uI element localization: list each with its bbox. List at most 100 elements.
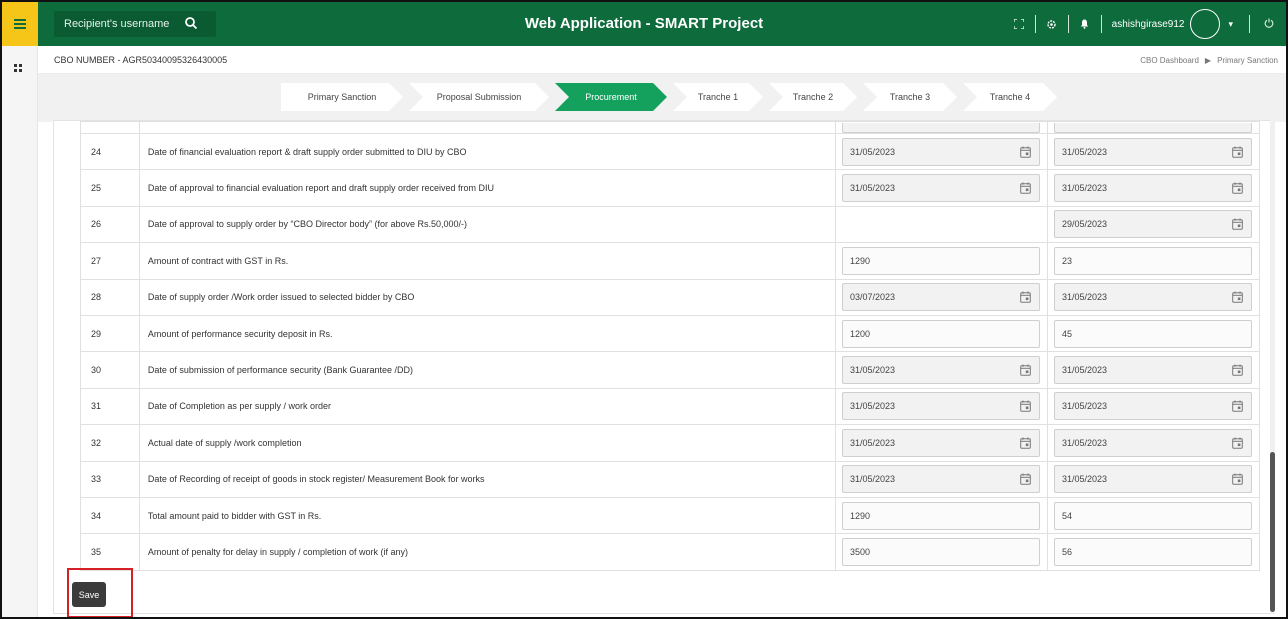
calendar-icon[interactable] (1020, 291, 1031, 304)
save-button[interactable]: Save (72, 582, 106, 607)
calendar-icon[interactable] (1232, 473, 1243, 486)
row-number: 24 (80, 132, 140, 171)
step-tranche-3[interactable]: Tranche 3 (863, 83, 957, 111)
separator (1100, 15, 1102, 33)
avatar[interactable] (1190, 9, 1221, 39)
date-input[interactable] (1054, 429, 1215, 456)
table-row: 35 Amount of penalty for delay in supply … (80, 533, 1261, 571)
date-field (1053, 210, 1252, 239)
username[interactable]: ashishgirase912 (1112, 19, 1185, 30)
steps-bar: Primary Sanction Proposal Submission Pro… (38, 74, 1286, 122)
date-input[interactable] (1054, 138, 1215, 165)
date-field (1053, 465, 1252, 494)
table-row: 24 Date of financial evaluation report & … (80, 132, 1261, 171)
apps-grid-icon[interactable] (14, 64, 22, 72)
table-cell (834, 132, 1048, 171)
date-input[interactable] (1054, 284, 1215, 311)
row-number: 34 (80, 496, 140, 535)
table-row: 28 Date of supply order /Work order issue… (80, 278, 1261, 316)
calendar-icon[interactable] (1020, 437, 1031, 449)
calendar-icon[interactable] (1020, 400, 1031, 413)
amount-input[interactable] (842, 320, 1003, 347)
calendar-icon[interactable] (1232, 291, 1243, 304)
calendar-icon[interactable] (1232, 218, 1243, 231)
breadcrumb-cbo-dashboard[interactable]: CBO Dashboard (1140, 56, 1199, 65)
top-bar: Web Application - SMART Project ashishgi… (2, 2, 1286, 46)
table-row: 32 Actual date of supply /work completion (80, 424, 1261, 462)
date-input-partial[interactable] (1053, 122, 1252, 133)
amount-input[interactable] (1054, 247, 1215, 274)
calendar-icon[interactable] (1020, 146, 1031, 158)
amount-input[interactable] (1054, 502, 1215, 529)
search-icon[interactable] (184, 16, 198, 30)
scrollbar-thumb[interactable] (1270, 452, 1275, 612)
amount-input[interactable] (842, 502, 1003, 529)
row-number: 31 (80, 387, 140, 426)
date-input[interactable] (1054, 175, 1215, 202)
date-input[interactable] (1054, 211, 1215, 238)
table-cell (834, 533, 1048, 571)
row-number: 28 (80, 278, 140, 316)
date-input[interactable] (842, 429, 1003, 456)
breadcrumb-primary-sanction[interactable]: Primary Sanction (1217, 56, 1278, 65)
calendar-icon[interactable] (1020, 473, 1031, 486)
date-input[interactable] (1054, 393, 1215, 420)
table-row: 33 Date of Recording of receipt of goods … (80, 460, 1261, 498)
power-icon[interactable] (1252, 18, 1286, 31)
step-tranche-4[interactable]: Tranche 4 (963, 83, 1057, 111)
amount-input[interactable] (1054, 320, 1215, 347)
amount-field (841, 319, 1040, 348)
notification-bell-icon[interactable] (1071, 2, 1099, 46)
date-field (841, 283, 1040, 312)
caret-down-icon[interactable]: ▾ (1228, 19, 1233, 30)
row-description: Date of financial evaluation report & dr… (138, 132, 836, 171)
date-field (841, 356, 1040, 385)
table-row: 30 Date of submission of performance secu… (80, 351, 1261, 389)
date-input[interactable] (842, 357, 1003, 384)
settings-gear-icon[interactable] (1038, 2, 1066, 46)
search-input[interactable] (64, 18, 174, 30)
calendar-icon[interactable] (1020, 364, 1031, 376)
date-field (1053, 356, 1252, 385)
amount-input[interactable] (1054, 538, 1215, 565)
date-input[interactable] (842, 393, 1003, 420)
calendar-icon[interactable] (1232, 364, 1243, 376)
step-procurement[interactable]: Procurement (555, 83, 667, 111)
table-cell (1046, 132, 1261, 171)
date-input[interactable] (1054, 357, 1215, 384)
date-input-partial[interactable] (841, 122, 1040, 133)
table-cell (834, 314, 1048, 353)
date-input[interactable] (1054, 466, 1215, 493)
date-input[interactable] (842, 284, 1003, 311)
date-input[interactable] (842, 175, 1003, 202)
row-number: 33 (80, 460, 140, 498)
table-row: 29 Amount of performance security deposit… (80, 314, 1261, 353)
amount-input[interactable] (842, 538, 1003, 565)
date-input[interactable] (842, 138, 1003, 165)
calendar-icon[interactable] (1020, 182, 1031, 194)
table-cell (834, 242, 1048, 280)
row-description: Total amount paid to bidder with GST in … (138, 496, 836, 535)
date-input[interactable] (842, 466, 1003, 493)
calendar-icon[interactable] (1232, 182, 1243, 194)
table-row: 31 Date of Completion as per supply / wor… (80, 387, 1261, 426)
row-number: 29 (80, 314, 140, 353)
table-row: 34 Total amount paid to bidder with GST i… (80, 496, 1261, 535)
header-row: CBO NUMBER - AGR50340095326430005 CBO Da… (38, 46, 1286, 74)
step-primary-sanction[interactable]: Primary Sanction (281, 83, 403, 111)
hamburger-menu-icon[interactable] (2, 2, 38, 46)
row-number: 32 (80, 424, 140, 462)
calendar-icon[interactable] (1232, 146, 1243, 158)
row-description: Date of approval to supply order by “CBO… (138, 205, 836, 244)
table-cell (1046, 169, 1261, 207)
amount-input[interactable] (842, 247, 1003, 274)
calendar-icon[interactable] (1232, 437, 1243, 449)
step-tranche-2[interactable]: Tranche 2 (769, 83, 857, 111)
fullscreen-icon[interactable] (1005, 2, 1033, 46)
amount-field (841, 501, 1040, 530)
procurement-form-card: 24 Date of financial evaluation report & … (53, 120, 1273, 617)
calendar-icon[interactable] (1232, 400, 1243, 413)
table-cell (834, 121, 1048, 134)
step-proposal-submission[interactable]: Proposal Submission (409, 83, 549, 111)
step-tranche-1[interactable]: Tranche 1 (673, 83, 763, 111)
